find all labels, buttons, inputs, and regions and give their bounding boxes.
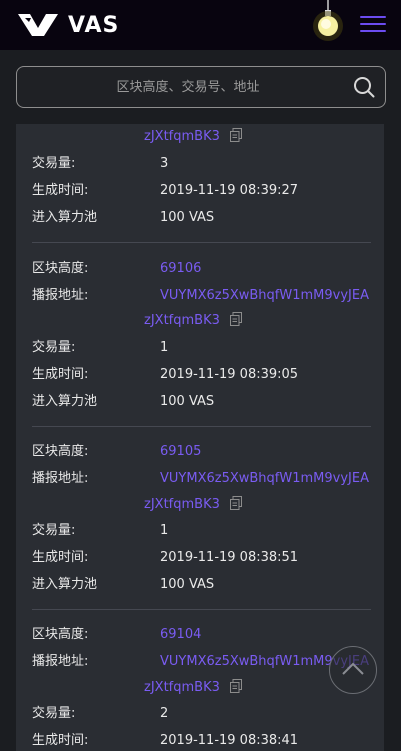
list-item: zJXtfqmBK3 <box>32 128 242 146</box>
search-input[interactable] <box>17 67 347 107</box>
block-height-link[interactable]: 69104 <box>160 626 201 644</box>
list-item: 播报地址: VUYMX6z5XwBhqfW1mM9vyJEA <box>32 288 369 303</box>
list-item: 生成时间: 2019-11-19 08:39:27 <box>32 183 299 198</box>
top-bar: VAS <box>0 0 401 50</box>
list-item: 生成时间: 2019-11-19 08:38:51 <box>32 550 299 565</box>
time-value: 2019-11-19 08:38:51 <box>160 550 299 565</box>
time-value: 2019-11-19 08:39:05 <box>160 367 299 382</box>
list-item: 进入算力池 100 VAS <box>32 394 215 409</box>
copy-icon[interactable] <box>229 496 242 510</box>
search-box <box>16 66 386 108</box>
list-item: zJXtfqmBK3 <box>32 312 242 330</box>
pool-value: 100 VAS <box>160 394 215 409</box>
miner-address-link[interactable]: VUYMX6z5XwBhqfW1mM9vyJEA <box>160 287 369 305</box>
copy-icon[interactable] <box>229 128 242 142</box>
tx-count-value: 3 <box>160 156 169 171</box>
lightbulb-icon[interactable] <box>310 0 346 44</box>
miner-address-line2[interactable]: zJXtfqmBK3 <box>144 679 242 695</box>
divider <box>32 242 371 243</box>
pool-value: 100 VAS <box>160 577 215 592</box>
list-item: zJXtfqmBK3 <box>32 496 242 514</box>
logo-text: VAS <box>68 12 120 38</box>
search-icon[interactable] <box>353 76 375 98</box>
list-item: 进入算力池 100 VAS <box>32 210 215 225</box>
list-item: 交易量: 1 <box>32 340 169 355</box>
list-item: 播报地址: VUYMX6z5XwBhqfW1mM9vyJEA <box>32 471 369 486</box>
list-item: 进入算力池 100 VAS <box>32 577 215 592</box>
list-item: 区块高度: 69105 <box>32 444 202 459</box>
list-item: 生成时间: 2019-11-19 08:39:05 <box>32 367 299 382</box>
divider <box>32 609 371 610</box>
list-item: 区块高度: 69106 <box>32 261 202 276</box>
list-item: 交易量: 3 <box>32 156 169 171</box>
hamburger-menu-icon[interactable] <box>360 16 386 34</box>
logo[interactable]: VAS <box>16 11 119 39</box>
list-item: 生成时间: 2019-11-19 08:38:41 <box>32 733 299 748</box>
back-to-top-button[interactable] <box>329 646 377 694</box>
copy-icon[interactable] <box>229 679 242 693</box>
copy-icon[interactable] <box>229 312 242 326</box>
time-value: 2019-11-19 08:38:41 <box>160 733 299 748</box>
miner-address-line2[interactable]: zJXtfqmBK3 <box>144 496 242 512</box>
block-list: zJXtfqmBK3 交易量: 3 生成时间: 2019-11-19 08:39… <box>16 124 384 751</box>
block-height-link[interactable]: 69105 <box>160 443 201 461</box>
tx-count-value: 1 <box>160 340 169 355</box>
divider <box>32 426 371 427</box>
miner-address-line2[interactable]: zJXtfqmBK3 <box>144 128 242 144</box>
tx-count-value: 1 <box>160 523 169 538</box>
block-height-link[interactable]: 69106 <box>160 260 201 278</box>
tx-count-value: 2 <box>160 706 169 721</box>
list-item: 交易量: 1 <box>32 523 169 538</box>
miner-address-line2[interactable]: zJXtfqmBK3 <box>144 312 242 328</box>
list-item: 播报地址: VUYMX6z5XwBhqfW1mM9vyJEA <box>32 654 369 669</box>
list-item: zJXtfqmBK3 <box>32 679 242 697</box>
chevron-up-icon <box>342 662 364 675</box>
vas-logo-icon <box>18 14 58 36</box>
list-item: 区块高度: 69104 <box>32 627 202 642</box>
miner-address-link[interactable]: VUYMX6z5XwBhqfW1mM9vyJEA <box>160 470 369 488</box>
pool-value: 100 VAS <box>160 210 215 225</box>
time-value: 2019-11-19 08:39:27 <box>160 183 299 198</box>
list-item: 交易量: 2 <box>32 706 169 721</box>
